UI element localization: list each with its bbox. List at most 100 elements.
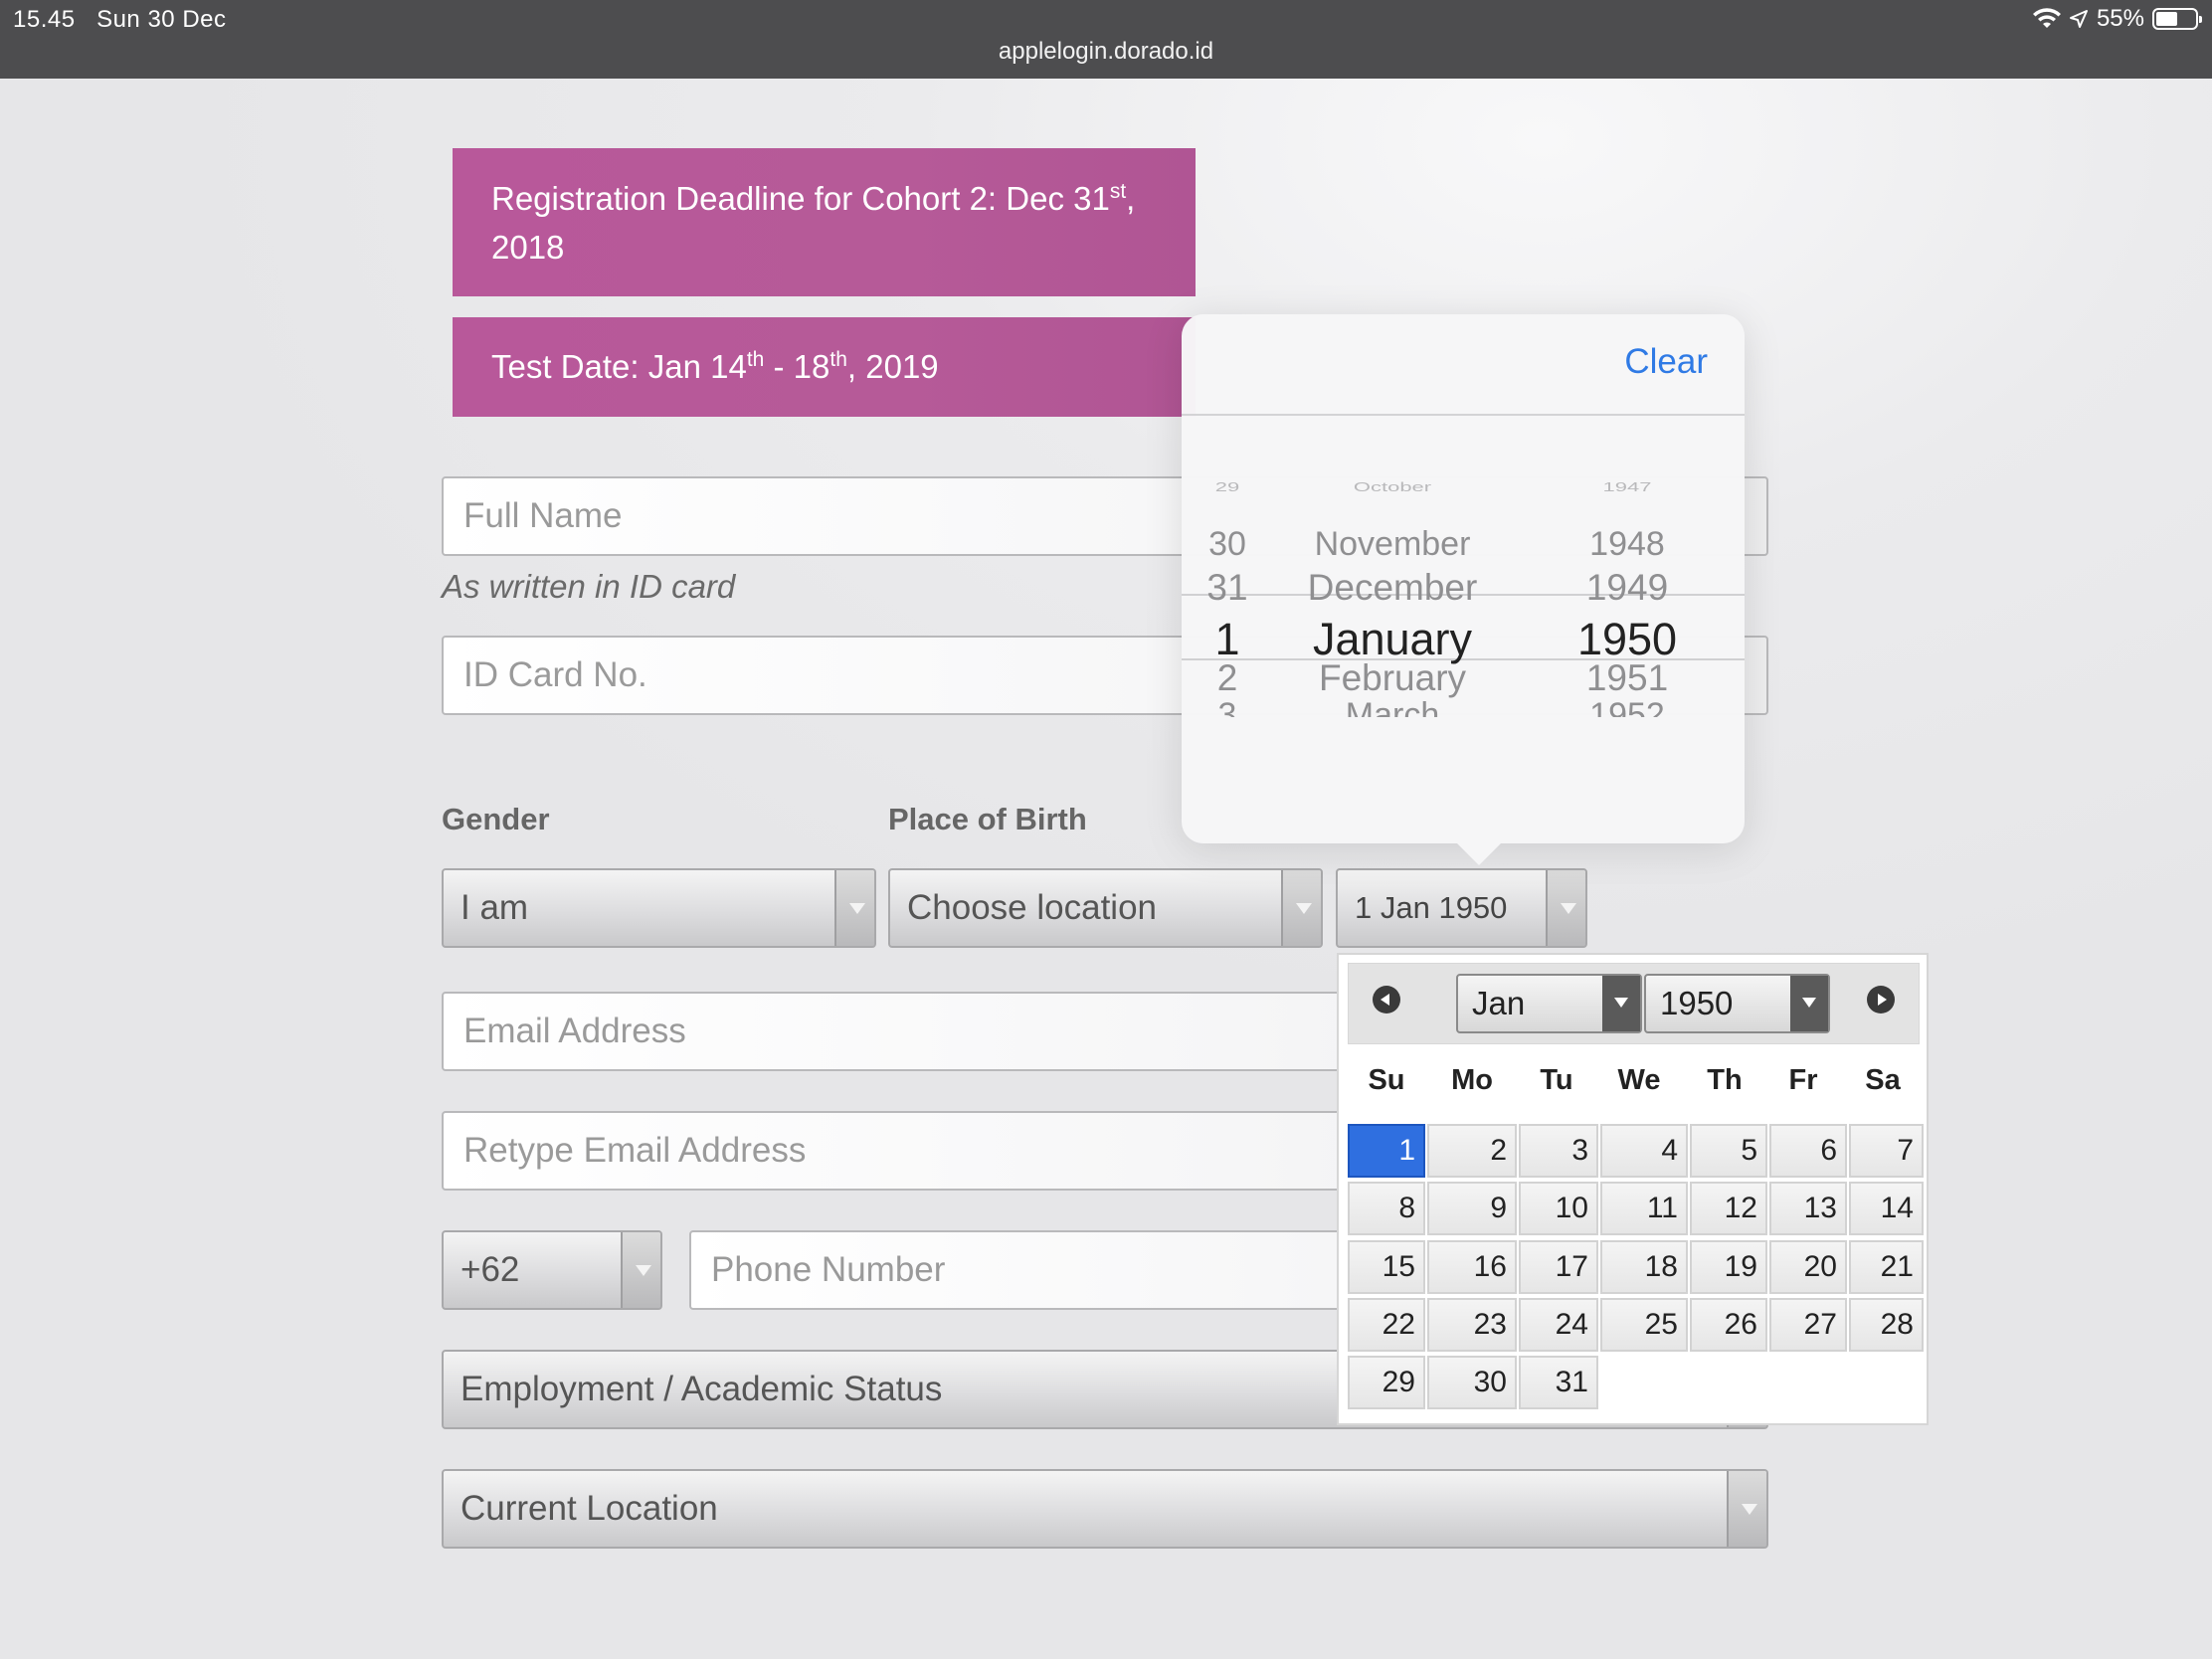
wheel-year: 1947	[1602, 479, 1652, 494]
test-date-start: Test Date: Jan 14	[491, 348, 747, 385]
prev-month-icon[interactable]	[1373, 986, 1400, 1014]
calendar-day[interactable]: 5	[1690, 1124, 1767, 1178]
wheel-month: March	[1345, 696, 1440, 717]
wheel-month: December	[1307, 567, 1478, 608]
wheel-day: 2	[1216, 657, 1238, 698]
calendar-day[interactable]: 28	[1849, 1298, 1924, 1352]
year-select[interactable]: 1950	[1644, 974, 1830, 1033]
test-date-end: - 18	[764, 348, 830, 385]
chevron-down-icon	[1727, 1471, 1766, 1547]
calendar-day[interactable]: 13	[1769, 1182, 1847, 1235]
wheel-year: 1952	[1589, 696, 1665, 717]
status-date: Sun 30 Dec	[96, 6, 227, 33]
gender-label: Gender	[442, 802, 550, 836]
calendar-day-selected[interactable]: 1	[1348, 1124, 1425, 1178]
calendar-day[interactable]: 4	[1600, 1124, 1688, 1178]
wheel-year: 1948	[1589, 525, 1665, 563]
place-of-birth-select[interactable]: Choose location	[888, 868, 1323, 948]
calendar-day[interactable]: 12	[1690, 1182, 1767, 1235]
calendar-day[interactable]: 16	[1427, 1240, 1517, 1294]
full-name-hint: As written in ID card	[442, 568, 736, 605]
place-of-birth-value: Choose location	[907, 888, 1157, 927]
gender-value: I am	[461, 888, 529, 927]
calendar-day[interactable]: 6	[1769, 1124, 1847, 1178]
weekday-header: Th	[1707, 1064, 1743, 1096]
chevron-down-icon	[1546, 870, 1585, 946]
weekday-header: Sa	[1865, 1064, 1901, 1096]
calendar-day[interactable]: 3	[1519, 1124, 1598, 1178]
current-location-select[interactable]: Current Location	[442, 1469, 1768, 1549]
test-date-year: , 2019	[846, 348, 939, 385]
weekday-header: Fr	[1788, 1064, 1818, 1096]
calendar-day[interactable]: 24	[1519, 1298, 1598, 1352]
calendar-day[interactable]: 17	[1519, 1240, 1598, 1294]
next-month-icon[interactable]	[1867, 986, 1895, 1014]
calendar-day[interactable]: 7	[1849, 1124, 1924, 1178]
year-value: 1950	[1660, 985, 1734, 1021]
registration-deadline-banner: Registration Deadline for Cohort 2: Dec …	[453, 148, 1196, 296]
calendar-day[interactable]: 21	[1849, 1240, 1924, 1294]
wheel-year: 1951	[1585, 657, 1669, 698]
clock: 15.45	[13, 6, 76, 33]
wheel-day: 30	[1208, 525, 1246, 563]
weekday-header: Mo	[1451, 1064, 1493, 1096]
status-indicators: 55%	[2032, 5, 2202, 33]
calendar-day[interactable]: 30	[1427, 1356, 1517, 1409]
calendar-day[interactable]: 22	[1348, 1298, 1425, 1352]
chevron-down-icon	[1602, 976, 1640, 1031]
date-wheel[interactable]: 29 October 1947 30 November 1948 31 December 194…	[1182, 447, 1745, 717]
calendar-day[interactable]: 18	[1600, 1240, 1688, 1294]
gender-select[interactable]: I am	[442, 868, 876, 948]
phone-code-value: +62	[461, 1250, 520, 1289]
calendar-header: Jan 1950	[1348, 963, 1920, 1044]
calendar-dropdown: Jan 1950 Su Mo Tu We Th Fr Sa 1 2 3 4 5 6 7 8 9 10 11 12 13…	[1337, 953, 1929, 1425]
calendar-day[interactable]: 8	[1348, 1182, 1425, 1235]
address-url[interactable]: applelogin.dorado.id	[0, 38, 2212, 66]
date-picker-popover: Clear 29 October 1947 30 November 1948 31 Decem…	[1182, 314, 1745, 865]
status-bar: 15.45 Sun 30 Dec applelogin.dorado.id 55…	[0, 0, 2212, 79]
chevron-down-icon	[834, 870, 874, 946]
wheel-day: 31	[1206, 567, 1248, 608]
calendar-day[interactable]: 2	[1427, 1124, 1517, 1178]
month-value: Jan	[1472, 985, 1526, 1021]
battery-icon	[2152, 8, 2202, 30]
birth-date-value: 1 Jan 1950	[1355, 890, 1508, 925]
wheel-day: 29	[1214, 479, 1240, 494]
month-select[interactable]: Jan	[1456, 974, 1642, 1033]
clear-button[interactable]: Clear	[1624, 342, 1708, 382]
calendar-day[interactable]: 31	[1519, 1356, 1598, 1409]
calendar-day[interactable]: 25	[1600, 1298, 1688, 1352]
status-time: 15.45 Sun 30 Dec	[13, 6, 227, 34]
calendar-day[interactable]: 9	[1427, 1182, 1517, 1235]
place-of-birth-label: Place of Birth	[888, 802, 1087, 836]
chevron-down-icon	[621, 1232, 660, 1308]
chevron-down-icon	[1281, 870, 1321, 946]
wheel-day: 3	[1217, 696, 1237, 717]
phone-code-select[interactable]: +62	[442, 1230, 662, 1310]
birth-date-select[interactable]: 1 Jan 1950	[1336, 868, 1587, 948]
test-date-ordinal-2: th	[830, 348, 847, 371]
wheel-year: 1949	[1585, 567, 1669, 608]
deadline-text: Registration Deadline for Cohort 2: Dec …	[491, 180, 1110, 217]
calendar-day[interactable]: 11	[1600, 1182, 1688, 1235]
deadline-ordinal: st	[1109, 180, 1127, 203]
wifi-icon	[2032, 8, 2061, 28]
wheel-month: February	[1318, 657, 1467, 698]
calendar-day[interactable]: 15	[1348, 1240, 1425, 1294]
battery-percent: 55%	[2096, 5, 2144, 32]
weekday-header: Tu	[1540, 1064, 1573, 1096]
calendar-day[interactable]: 14	[1849, 1182, 1924, 1235]
weekday-header: We	[1617, 1064, 1661, 1096]
calendar-day[interactable]: 23	[1427, 1298, 1517, 1352]
calendar-day[interactable]: 19	[1690, 1240, 1767, 1294]
weekday-header: Su	[1368, 1064, 1405, 1096]
calendar-day[interactable]: 26	[1690, 1298, 1767, 1352]
calendar-day[interactable]: 27	[1769, 1298, 1847, 1352]
chevron-down-icon	[1790, 976, 1828, 1031]
test-date-banner: Test Date: Jan 14th - 18th, 2019	[453, 317, 1196, 417]
calendar-day[interactable]: 20	[1769, 1240, 1847, 1294]
wheel-month: October	[1353, 479, 1432, 494]
calendar-day[interactable]: 29	[1348, 1356, 1425, 1409]
wheel-month: November	[1314, 525, 1471, 563]
calendar-day[interactable]: 10	[1519, 1182, 1598, 1235]
